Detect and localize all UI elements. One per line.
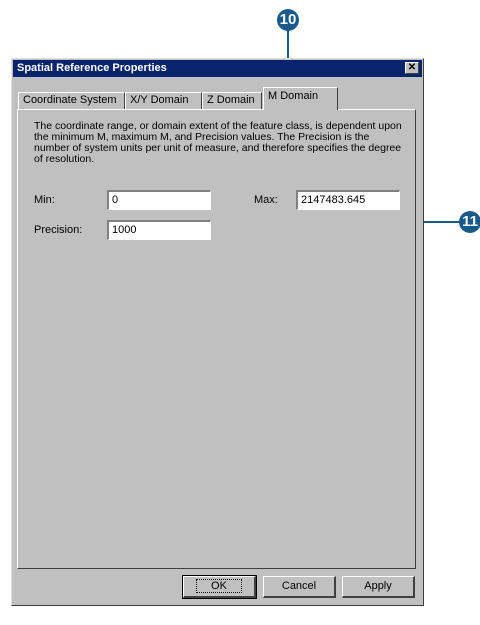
cancel-button-label: Cancel (281, 580, 317, 592)
dialog-title: Spatial Reference Properties (17, 62, 167, 74)
ok-button-label: OK (196, 579, 242, 593)
cancel-button[interactable]: Cancel (263, 576, 336, 598)
tab-label: M Domain (268, 90, 319, 102)
apply-button-label: Apply (364, 580, 392, 592)
apply-button[interactable]: Apply (342, 576, 415, 598)
spatial-reference-dialog: Spatial Reference Properties ✕ Coordinat… (11, 58, 424, 606)
close-icon[interactable]: ✕ (405, 62, 419, 74)
domain-description: The coordinate range, or domain extent o… (34, 120, 402, 165)
ok-button[interactable]: OK (182, 575, 257, 599)
max-input[interactable]: 2147483.645 (296, 190, 400, 210)
callout-badge-10: 10 (277, 9, 299, 31)
tab-coordinate-system[interactable]: Coordinate System (18, 92, 125, 109)
tab-label: X/Y Domain (130, 94, 189, 106)
m-domain-panel: The coordinate range, or domain extent o… (17, 109, 416, 569)
tab-z-domain[interactable]: Z Domain (202, 92, 262, 109)
tab-xy-domain[interactable]: X/Y Domain (125, 92, 202, 109)
min-input[interactable]: 0 (107, 190, 211, 210)
max-label: Max: (254, 194, 278, 206)
callout-badge-11: 11 (459, 211, 480, 233)
tab-m-domain[interactable]: M Domain (263, 87, 338, 110)
tab-label: Z Domain (207, 94, 255, 106)
dialog-titlebar: Spatial Reference Properties ✕ (13, 60, 422, 77)
precision-label: Precision: (34, 224, 83, 236)
tab-label: Coordinate System (23, 94, 117, 106)
min-label: Min: (34, 194, 55, 206)
precision-input[interactable]: 1000 (107, 220, 211, 240)
